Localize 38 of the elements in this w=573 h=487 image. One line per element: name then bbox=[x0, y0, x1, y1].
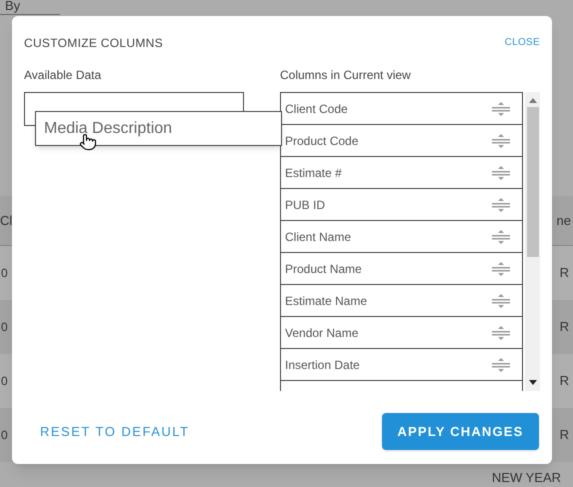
table-cell-text: 0 bbox=[1, 319, 8, 336]
table-cell-text: 0 bbox=[1, 265, 8, 282]
table-cell-text: R bbox=[560, 426, 569, 444]
section-label: Columns in Current view bbox=[280, 67, 412, 84]
scrollbar-thumb[interactable] bbox=[526, 107, 538, 257]
table-cell-text: NEW YEAR bbox=[492, 469, 561, 487]
table-cell-text: R bbox=[560, 318, 569, 336]
column-list-item[interactable]: Estimate # bbox=[280, 156, 523, 189]
drag-handle-icon[interactable] bbox=[492, 262, 510, 276]
column-list-item[interactable]: Client Name bbox=[280, 220, 523, 253]
column-header: ne bbox=[556, 212, 571, 230]
table-cell-text: R bbox=[560, 372, 569, 390]
column-list-item[interactable]: Insertion Date bbox=[280, 348, 523, 381]
drag-handle-icon[interactable] bbox=[492, 230, 510, 244]
dragged-item-tooltip[interactable]: Media Description bbox=[35, 111, 282, 146]
column-list-item[interactable]: Vendor Name bbox=[280, 316, 523, 349]
scrollbar[interactable] bbox=[525, 92, 540, 391]
column-list-item[interactable]: Client Code bbox=[280, 92, 523, 125]
scroll-down-icon[interactable] bbox=[528, 380, 536, 385]
drag-handle-icon[interactable] bbox=[492, 358, 510, 372]
dialog-title: CUSTOMIZE COLUMNS bbox=[24, 34, 163, 52]
drag-handle-icon[interactable] bbox=[492, 326, 510, 340]
section-label: Available Data bbox=[24, 67, 102, 84]
column-list-item[interactable]: Estimate Name bbox=[280, 284, 523, 317]
table-cell-text: 0 bbox=[1, 427, 8, 444]
column-list-item[interactable]: Product Code bbox=[280, 124, 523, 157]
drag-handle-icon[interactable] bbox=[492, 294, 510, 308]
drag-handle-icon[interactable] bbox=[492, 166, 510, 180]
table-cell-text: 0 bbox=[1, 373, 8, 390]
drag-handle-icon[interactable] bbox=[492, 134, 510, 148]
column-list-item[interactable]: PUB ID bbox=[280, 188, 523, 221]
column-list-item[interactable]: Product Name bbox=[280, 252, 523, 285]
tab-label[interactable]: By bbox=[0, 0, 60, 15]
drag-handle-icon[interactable] bbox=[492, 102, 510, 116]
table-cell-text: R bbox=[560, 264, 569, 282]
column-header: Cl bbox=[0, 212, 12, 230]
drag-handle-icon[interactable] bbox=[492, 198, 510, 212]
scroll-up-icon[interactable] bbox=[528, 98, 536, 103]
